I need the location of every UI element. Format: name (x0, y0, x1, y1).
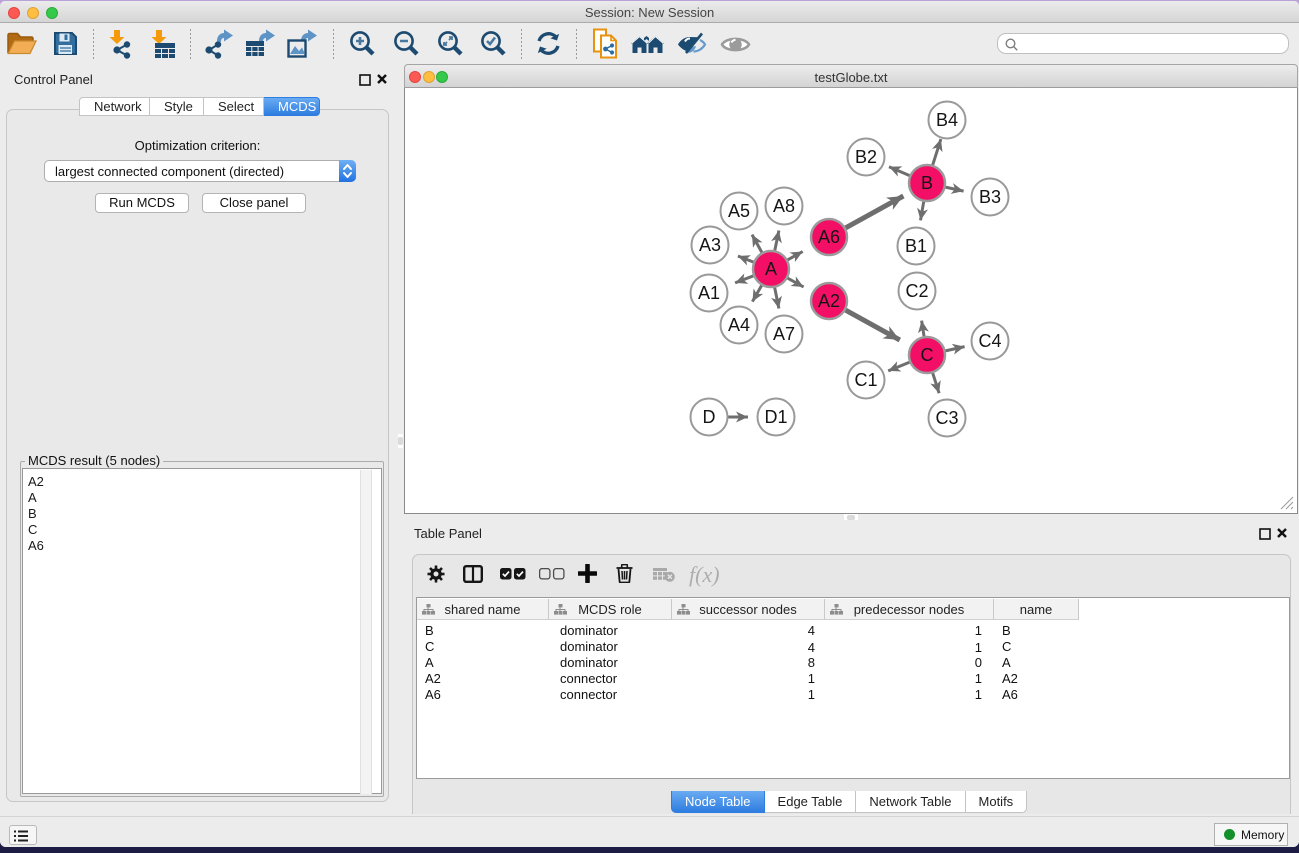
svg-text:C3: C3 (935, 408, 958, 428)
svg-text:A: A (765, 259, 777, 279)
svg-text:B4: B4 (936, 110, 958, 130)
svg-text:B3: B3 (979, 187, 1001, 207)
svg-text:D: D (703, 407, 716, 427)
svg-text:A1: A1 (698, 283, 720, 303)
svg-text:B1: B1 (905, 236, 927, 256)
svg-text:A7: A7 (773, 324, 795, 344)
svg-text:B2: B2 (855, 147, 877, 167)
svg-text:C4: C4 (978, 331, 1001, 351)
svg-text:A5: A5 (728, 201, 750, 221)
svg-text:B: B (921, 173, 933, 193)
svg-text:A2: A2 (818, 291, 840, 311)
svg-text:A8: A8 (773, 196, 795, 216)
svg-text:D1: D1 (764, 407, 787, 427)
svg-text:C2: C2 (905, 281, 928, 301)
svg-text:A4: A4 (728, 315, 750, 335)
svg-text:A6: A6 (818, 227, 840, 247)
svg-text:A3: A3 (699, 235, 721, 255)
svg-text:C: C (921, 345, 934, 365)
svg-text:C1: C1 (854, 370, 877, 390)
